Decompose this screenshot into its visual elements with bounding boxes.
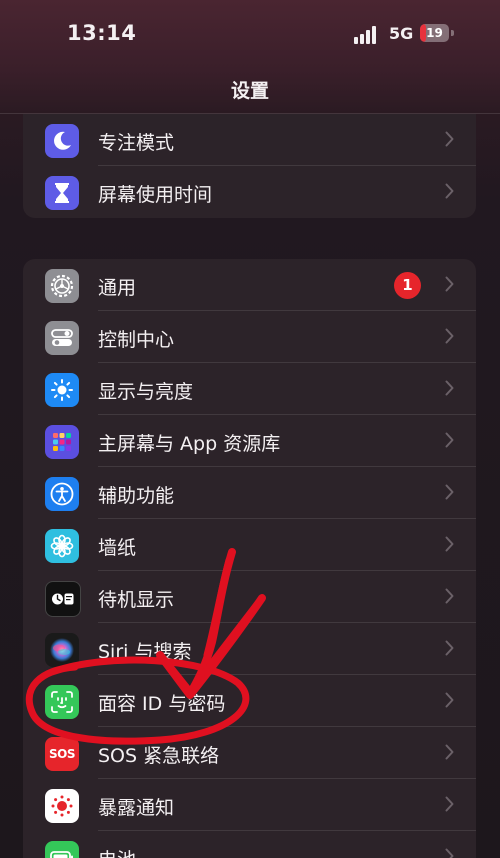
- settings-row-label: 面容 ID 与密码: [98, 693, 226, 715]
- settings-screen: 13:14 5G 19 设置 专注模式 屏幕使用时间 通用 1 控制中心 显示与…: [0, 0, 500, 858]
- network-type: 5G: [389, 24, 414, 43]
- settings-row-label: 暴露通知: [98, 797, 175, 819]
- chevron-right-icon: [445, 848, 454, 858]
- chevron-right-icon: [445, 432, 454, 448]
- settings-row-label: SOS 紧急联络: [98, 745, 220, 767]
- settings-row-screen-time[interactable]: 屏幕使用时间: [23, 166, 476, 218]
- settings-row-emergency-sos[interactable]: SOS SOS 紧急联络: [23, 727, 476, 779]
- settings-row-label: 墙纸: [98, 537, 137, 559]
- settings-row-label: 通用: [98, 277, 137, 299]
- settings-row-label: 主屏幕与 App 资源库: [98, 433, 281, 455]
- chevron-right-icon: [445, 380, 454, 396]
- chevron-right-icon: [445, 183, 454, 199]
- status-bar: 13:14 5G 19: [0, 0, 500, 64]
- standby-icon: [45, 581, 81, 617]
- chevron-right-icon: [445, 276, 454, 292]
- battery-icon: 19: [420, 24, 454, 42]
- settings-row-label: 显示与亮度: [98, 381, 194, 403]
- settings-row-label: 屏幕使用时间: [98, 184, 213, 206]
- settings-row-face-id[interactable]: 面容 ID 与密码: [23, 675, 476, 727]
- notification-badge: 1: [394, 272, 421, 299]
- sun-icon: [45, 373, 79, 407]
- settings-group-focus: 专注模式 屏幕使用时间: [23, 114, 476, 218]
- flower-icon: [45, 529, 79, 563]
- battery-icon: [45, 841, 79, 858]
- settings-row-label: Siri 与搜索: [98, 641, 192, 663]
- hourglass-icon: [45, 176, 79, 210]
- chevron-right-icon: [445, 588, 454, 604]
- siri-icon: [45, 633, 79, 667]
- page-title: 设置: [230, 80, 269, 102]
- settings-row-label: 专注模式: [98, 132, 175, 154]
- chevron-right-icon: [445, 536, 454, 552]
- settings-row-label: 待机显示: [98, 589, 175, 611]
- chevron-right-icon: [445, 131, 454, 147]
- settings-row-standby[interactable]: 待机显示: [23, 571, 476, 623]
- chevron-right-icon: [445, 692, 454, 708]
- settings-row-label: 控制中心: [98, 329, 175, 351]
- settings-row-home-screen[interactable]: 主屏幕与 App 资源库: [23, 415, 476, 467]
- chevron-right-icon: [445, 328, 454, 344]
- settings-row-display[interactable]: 显示与亮度: [23, 363, 476, 415]
- app-grid-icon: [45, 425, 79, 459]
- settings-row-exposure[interactable]: 暴露通知: [23, 779, 476, 831]
- gear-icon: [45, 269, 79, 303]
- settings-group-general: 通用 1 控制中心 显示与亮度 主屏幕与 App 资源库 辅助功能 墙纸 待机显…: [23, 259, 476, 858]
- settings-row-control-center[interactable]: 控制中心: [23, 311, 476, 363]
- chevron-right-icon: [445, 796, 454, 812]
- exposure-icon: [45, 789, 79, 823]
- chevron-right-icon: [445, 484, 454, 500]
- settings-row-siri[interactable]: Siri 与搜索: [23, 623, 476, 675]
- settings-row-label: 辅助功能: [98, 485, 175, 507]
- chevron-right-icon: [445, 744, 454, 760]
- chevron-right-icon: [445, 640, 454, 656]
- settings-row-label: 电池: [98, 845, 136, 858]
- settings-row-battery[interactable]: 电池: [23, 831, 476, 858]
- sos-icon: SOS: [45, 737, 79, 771]
- moon-icon: [45, 124, 79, 158]
- toggles-icon: [45, 321, 79, 355]
- face-id-icon: [45, 685, 79, 719]
- sos-icon-text: SOS: [49, 747, 76, 761]
- battery-level: 19: [426, 26, 443, 40]
- settings-row-wallpaper[interactable]: 墙纸: [23, 519, 476, 571]
- cellular-signal-icon: [354, 24, 382, 44]
- settings-row-focus[interactable]: 专注模式: [23, 114, 476, 166]
- accessibility-icon: [45, 477, 79, 511]
- settings-row-general[interactable]: 通用 1: [23, 259, 476, 311]
- settings-row-accessibility[interactable]: 辅助功能: [23, 467, 476, 519]
- status-time: 13:14: [67, 21, 137, 45]
